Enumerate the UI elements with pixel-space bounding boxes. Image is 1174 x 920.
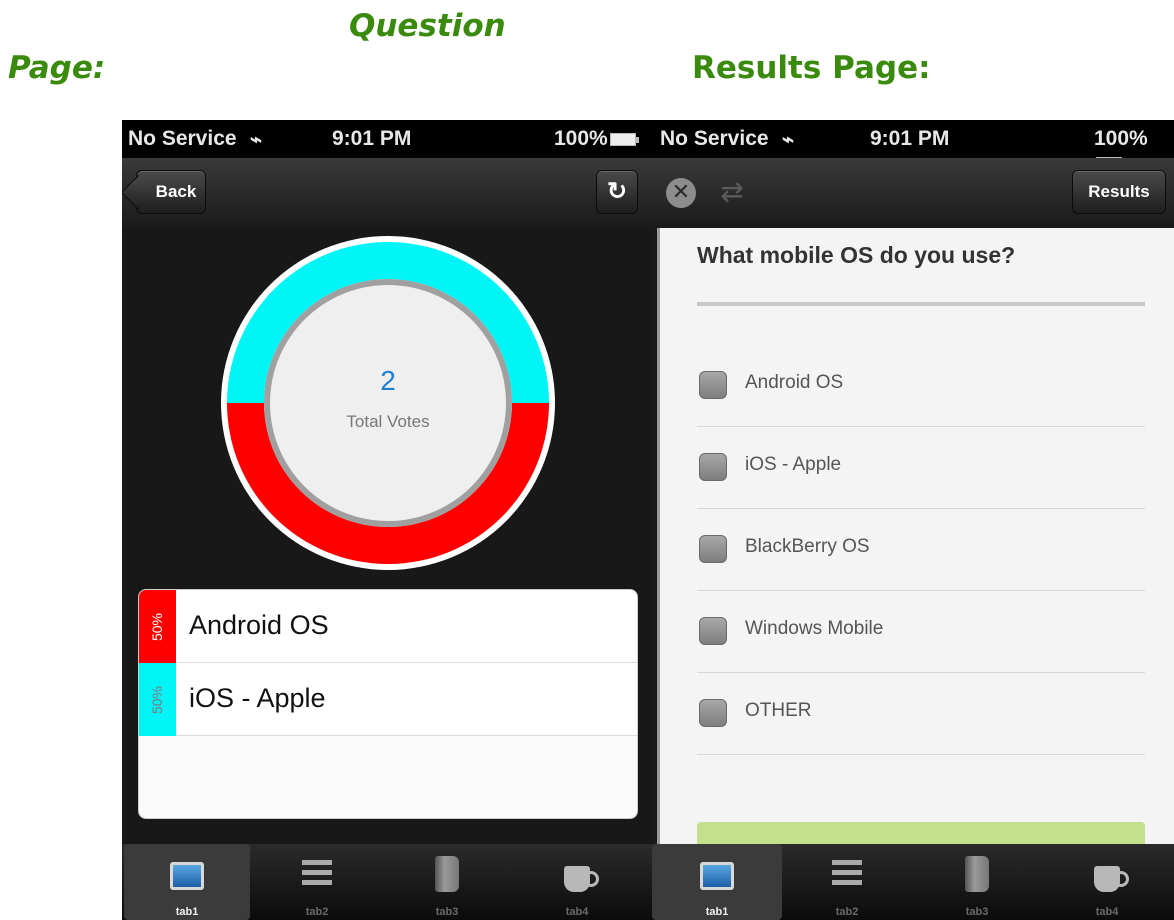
question-screen: No Service ⌁ 9:01 PM 100% ✕ ⇄ Results Wh… [652,120,1174,920]
option-label: iOS - Apple [745,454,842,475]
tab-label: tab1 [175,906,199,918]
tv-icon [170,862,204,890]
result-label: iOS - Apple [189,683,326,713]
option-label: OTHER [745,700,812,721]
back-button[interactable]: Back [136,170,206,214]
battery-indicator: 100% [554,127,639,151]
status-time: 9:01 PM [870,127,950,150]
total-votes-label: Total Votes [346,412,430,431]
wifi-icon: ⌁ [782,129,795,151]
tab-tab2[interactable]: tab2 [254,844,380,920]
option-checkbox[interactable] [699,617,727,645]
tab-label: tab2 [835,906,859,918]
book-icon [435,856,459,892]
option-blackberry[interactable]: BlackBerry OS [697,509,1145,591]
sync-icon[interactable]: ⇄ [716,176,748,208]
results-button-label: Results [1088,182,1150,201]
carrier-label: No Service [660,127,769,150]
tab-label: tab1 [705,906,729,918]
question-page-caption-line2: Page: [8,50,106,86]
tab-label: tab2 [305,906,329,918]
tab-label: tab3 [435,906,459,918]
option-label: BlackBerry OS [745,536,870,557]
option-checkbox[interactable] [699,699,727,727]
percent-label: 50% [149,685,166,714]
battery-percent: 100% [554,127,608,150]
option-ios[interactable]: iOS - Apple [697,427,1145,509]
tab-tab3[interactable]: tab3 [912,844,1042,920]
vote-donut-chart [221,236,555,570]
tab-tab4[interactable]: tab4 [514,844,640,920]
refresh-icon: ↻ [606,178,628,205]
question-page-caption-line1: Question [349,8,506,44]
option-label: Windows Mobile [745,618,884,639]
list-icon [832,860,862,886]
tab-bar: tab1 tab2 tab3 tab4 [652,844,1174,920]
tab-label: tab4 [1095,906,1119,918]
nav-bar: Back ↻ [122,158,652,228]
tab-tab4[interactable]: tab4 [1042,844,1172,920]
option-checkbox[interactable] [699,453,727,481]
list-icon [302,860,332,886]
carrier-label: No Service [128,127,237,150]
tv-icon [700,862,734,890]
status-bar: No Service ⌁ 9:01 PM 100% [122,120,652,158]
results-button[interactable]: Results [1072,170,1166,214]
cup-icon [564,866,599,892]
results-page-caption: Results Page: [692,50,931,86]
result-list: 50% Android OS 50% iOS - Apple [138,589,638,819]
tab-tab3[interactable]: tab3 [384,844,510,920]
option-windows[interactable]: Windows Mobile [697,591,1145,673]
option-other[interactable]: OTHER [697,673,1145,755]
result-label: Android OS [189,610,329,640]
tab-label: tab4 [565,906,589,918]
status-time: 9:01 PM [332,127,412,150]
wifi-icon: ⌁ [250,129,263,151]
result-row-ios[interactable]: 50% iOS - Apple [139,663,637,736]
cup-icon [1094,866,1129,892]
tab-tab1[interactable]: tab1 [652,844,782,920]
result-row-android[interactable]: 50% Android OS [139,590,637,663]
tab-label: tab3 [965,906,989,918]
poll-form: What mobile OS do you use? Android OS iO… [657,228,1174,844]
option-android[interactable]: Android OS [697,345,1145,427]
nav-bar: ✕ ⇄ Results [652,158,1174,228]
option-checkbox[interactable] [699,371,727,399]
back-button-label: Back [155,182,197,201]
status-bar: No Service ⌁ 9:01 PM 100% [652,120,1174,170]
tab-tab1[interactable]: tab1 [124,844,250,920]
question-divider [697,302,1145,306]
question-title: What mobile OS do you use? [697,242,1016,268]
percent-label: 50% [149,612,166,641]
battery-percent: 100% [1094,127,1148,150]
tab-bar: tab1 tab2 tab3 tab4 [122,844,652,920]
battery-icon [609,132,639,146]
total-votes-count: 2 [380,365,396,396]
tab-tab2[interactable]: tab2 [782,844,912,920]
refresh-button[interactable]: ↻ [596,170,638,214]
close-icon[interactable]: ✕ [666,178,696,208]
submit-button[interactable] [697,822,1145,844]
results-screen: No Service ⌁ 9:01 PM 100% Back ↻ 2 Total… [122,120,652,920]
donut-center [270,285,506,521]
option-label: Android OS [745,372,844,393]
option-checkbox[interactable] [699,535,727,563]
book-icon [965,856,989,892]
